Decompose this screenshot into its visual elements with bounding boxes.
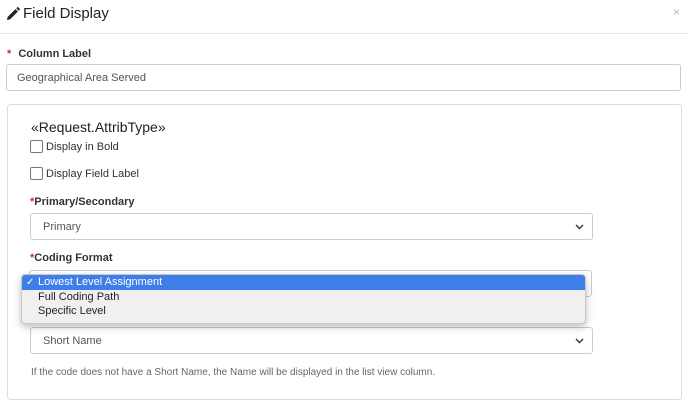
primary-secondary-select[interactable]: Primary <box>30 213 593 240</box>
dropdown-option[interactable]: ✓ Lowest Level Assignment <box>22 275 585 290</box>
option-label: Full Coding Path <box>38 290 120 303</box>
coding-format-label: Coding Format <box>34 252 113 264</box>
chevron-down-icon <box>575 224 584 230</box>
name-display-value: Short Name <box>43 334 102 347</box>
display-bold-checkbox[interactable] <box>30 140 43 153</box>
dialog-title: Field Display <box>6 5 109 22</box>
dropdown-option[interactable]: Specific Level <box>22 304 585 319</box>
pencil-icon <box>7 6 20 20</box>
dropdown-option[interactable]: Full Coding Path <box>22 290 585 305</box>
dialog-header: Field Display × <box>0 0 688 34</box>
required-marker: * <box>7 48 12 60</box>
attrib-type-heading: «Request.AttribType» <box>31 119 166 135</box>
coding-format-heading: *Coding Format <box>30 252 113 264</box>
column-label-text: Column Label <box>18 48 92 60</box>
display-bold-row[interactable]: Display in Bold <box>30 140 119 153</box>
display-field-label-label: Display Field Label <box>46 167 139 180</box>
name-display-select[interactable]: Short Name <box>30 327 593 354</box>
display-bold-label: Display in Bold <box>46 140 119 153</box>
display-field-label-checkbox[interactable] <box>30 167 43 180</box>
chevron-down-icon <box>575 338 584 344</box>
field-settings-panel: «Request.AttribType» Display in Bold Dis… <box>7 104 682 400</box>
primary-secondary-label: Primary/Secondary <box>34 196 135 208</box>
column-label-heading: * Column Label <box>7 48 91 60</box>
display-field-label-row[interactable]: Display Field Label <box>30 167 139 180</box>
column-label-value: Geographical Area Served <box>17 71 147 84</box>
check-icon: ✓ <box>26 276 35 288</box>
close-icon[interactable]: × <box>673 5 680 19</box>
primary-secondary-value: Primary <box>43 220 81 233</box>
option-label: Specific Level <box>38 305 106 318</box>
option-label: Lowest Level Assignment <box>38 276 163 289</box>
dialog-title-text: Field Display <box>23 5 109 22</box>
primary-secondary-heading: *Primary/Secondary <box>30 196 135 208</box>
column-label-input[interactable]: Geographical Area Served <box>6 64 681 91</box>
help-text: If the code does not have a Short Name, … <box>31 367 436 378</box>
coding-format-dropdown[interactable]: ✓ Lowest Level Assignment Full Coding Pa… <box>21 274 586 324</box>
